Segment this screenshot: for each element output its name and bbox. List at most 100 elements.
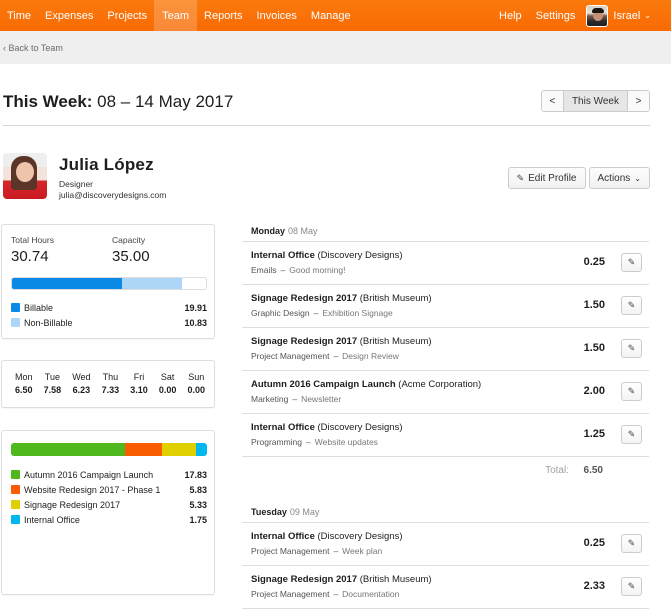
day-mon: Mon 6.50: [15, 372, 33, 395]
nav-item-team[interactable]: Team: [154, 0, 198, 31]
billable-segment: [12, 278, 123, 289]
entry-hours: 1.25: [583, 428, 605, 440]
nav-item-expenses[interactable]: Expenses: [38, 0, 100, 31]
day-sat: Sat 0.00: [159, 372, 177, 395]
time-entry: Internal Office (Discovery Designs) Email…: [242, 242, 649, 285]
day-hours: 6.23: [72, 385, 91, 395]
day-label: Tue: [44, 372, 60, 382]
timesheet-entries: Monday 08 May Internal Office (Discovery D…: [242, 220, 649, 609]
day-label: Fri: [133, 372, 145, 382]
edit-profile-button[interactable]: ✎ Edit Profile: [507, 167, 586, 189]
capacity-bar: [11, 277, 207, 290]
day-label: Wed: [72, 372, 91, 382]
help-link[interactable]: Help: [492, 0, 529, 31]
project-swatch: [11, 470, 20, 479]
divider: [3, 125, 650, 126]
day-tue: Tue 7.58: [44, 372, 62, 395]
pencil-icon: ✎: [627, 300, 636, 310]
time-entry: Internal Office (Discovery Designs) Progr…: [242, 414, 649, 457]
total-hours-value: 30.74: [11, 248, 49, 265]
entry-hours: 1.50: [583, 299, 605, 311]
edit-entry-button[interactable]: ✎: [621, 577, 642, 596]
project-segment: [195, 443, 207, 456]
back-to-team-link[interactable]: ‹ Back to Team: [3, 43, 63, 53]
chevron-down-icon: ⌄: [634, 173, 641, 183]
pencil-icon: ✎: [627, 429, 636, 439]
next-week-button[interactable]: >: [628, 91, 649, 111]
nav-item-reports[interactable]: Reports: [197, 0, 250, 31]
day-hours: 3.10: [130, 385, 148, 395]
pencil-icon: ✎: [627, 343, 636, 353]
top-navigation: Time Expenses Projects Team Reports Invoices M…: [0, 0, 671, 31]
capacity-value: 35.00: [112, 248, 150, 265]
entry-hours: 0.25: [583, 256, 605, 268]
day-sun: Sun 0.00: [187, 372, 205, 395]
total-hours-label: Total Hours: [11, 235, 54, 245]
project-segment: [161, 443, 196, 456]
breadcrumb: ‹ Back to Team: [0, 31, 671, 64]
nav-item-invoices[interactable]: Invoices: [250, 0, 304, 31]
nav-item-time[interactable]: Time: [0, 0, 38, 31]
edit-entry-button[interactable]: ✎: [621, 296, 642, 315]
hours-summary-card: Total Hours 30.74 Capacity 35.00 Billabl…: [1, 224, 215, 339]
actions-button[interactable]: Actions ⌄: [588, 167, 650, 189]
edit-entry-button[interactable]: ✎: [621, 382, 642, 401]
billable-swatch: [11, 303, 20, 312]
project-breakdown-bar: [11, 443, 207, 456]
profile-name: Julia López: [59, 155, 154, 174]
day-hours: 0.00: [158, 385, 177, 395]
project-segment: [11, 443, 125, 456]
pencil-icon: ✎: [627, 386, 636, 396]
project-breakdown-card: Autumn 2016 Campaign Launch 17.83 Website …: [1, 430, 215, 595]
day-hours: 7.33: [101, 385, 120, 395]
daily-hours-card: Mon 6.50 Tue 7.58 Wed 6.23 Thu 7.33 Fri 3.10 Sat 0.…: [1, 360, 215, 408]
day-label: Sat: [160, 372, 175, 382]
user-avatar: [586, 4, 609, 27]
profile-header: Julia López Designer julia@discoverydesi…: [3, 153, 166, 201]
entry-hours: 1.50: [583, 342, 605, 354]
time-entry: Signage Redesign 2017 (British Museum) Pr…: [242, 328, 649, 371]
time-entry: Internal Office (Discovery Designs) Proje…: [242, 523, 649, 566]
time-entry: Signage Redesign 2017 (British Museum) Pr…: [242, 566, 649, 609]
day-label: Mon: [15, 372, 33, 382]
entry-hours: 0.25: [583, 537, 605, 549]
page-title: This Week: 08 – 14 May 2017: [3, 92, 234, 111]
time-entry: Signage Redesign 2017 (British Museum) Gr…: [242, 285, 649, 328]
day-header: Tuesday 09 May: [242, 501, 649, 523]
entry-hours: 2.00: [583, 385, 605, 397]
profile-avatar: [3, 153, 47, 199]
previous-week-button[interactable]: <: [541, 91, 563, 111]
pencil-icon: ✎: [627, 538, 636, 548]
legend-billable: Billable 19.91: [11, 300, 207, 315]
pencil-icon: ✎: [516, 172, 525, 183]
day-fri: Fri 3.10: [130, 372, 148, 395]
this-week-button[interactable]: This Week: [562, 91, 628, 111]
user-menu[interactable]: Israel ⌄: [582, 0, 671, 31]
user-name: Israel: [613, 9, 641, 22]
legend-non-billable: Non-Billable 10.83: [11, 315, 207, 330]
project-swatch: [11, 515, 20, 524]
capacity-label: Capacity: [112, 235, 146, 245]
project-legend-item: Internal Office 1.75: [11, 512, 207, 527]
nav-item-projects[interactable]: Projects: [100, 0, 154, 31]
chevron-down-icon: ⌄: [644, 11, 651, 20]
non-billable-segment: [122, 278, 183, 289]
pencil-icon: ✎: [627, 257, 636, 267]
day-hours: 0.00: [187, 385, 205, 395]
day-label: Sun: [188, 372, 205, 382]
edit-entry-button[interactable]: ✎: [621, 253, 642, 272]
project-legend-item: Autumn 2016 Campaign Launch 17.83: [11, 467, 207, 482]
project-swatch: [11, 500, 20, 509]
day-header: Monday 08 May: [242, 220, 649, 242]
project-legend-item: Website Redesign 2017 - Phase 1 5.83: [11, 482, 207, 497]
time-entry: Autumn 2016 Campaign Launch (Acme Corpor…: [242, 371, 649, 414]
nav-item-manage[interactable]: Manage: [304, 0, 358, 31]
project-swatch: [11, 485, 20, 494]
profile-email: julia@discoverydesigns.com: [59, 190, 167, 200]
edit-entry-button[interactable]: ✎: [621, 425, 642, 444]
settings-link[interactable]: Settings: [529, 0, 583, 31]
entry-hours: 2.33: [583, 580, 605, 592]
edit-entry-button[interactable]: ✎: [621, 534, 642, 553]
edit-entry-button[interactable]: ✎: [621, 339, 642, 358]
day-hours: 7.58: [43, 385, 62, 395]
